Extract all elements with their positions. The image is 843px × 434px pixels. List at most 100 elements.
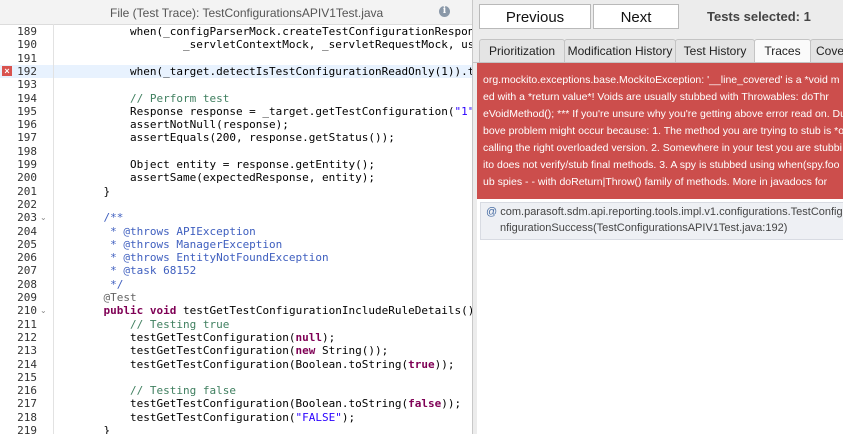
line-number: 210 [17,304,37,318]
code-line[interactable]: 207 * @task 68152 [0,264,472,277]
code-line[interactable]: 215 [0,371,472,384]
code-line[interactable]: 190 _servletContextMock, _servletRequest… [0,38,472,51]
tab-coverage[interactable]: Cove [810,39,843,63]
line-number: 217 [17,397,37,411]
code-line[interactable]: 198 [0,145,472,158]
code-text: * @task 68152 [77,264,197,278]
code-line[interactable]: 212 testGetTestConfiguration(null); [0,331,472,344]
line-number: 213 [17,344,37,358]
code-line[interactable]: 197 assertEquals(200, response.getStatus… [0,131,472,144]
code-line[interactable]: × 192 when(_target.detectIsTestConfigurat… [0,64,472,79]
code-line[interactable]: 206 * @throws EntityNotFoundException [0,251,472,264]
code-line[interactable]: 204 * @throws APIException [0,225,472,238]
gutter-separator [53,24,54,434]
code-text: /** [103,211,124,225]
error-line: ub spies - - with doReturn|Throw() famil… [483,176,828,188]
code-line[interactable]: 199 Object entity = response.getEntity()… [0,158,472,171]
code-text: assertNotNull(response); [77,118,289,132]
code-text: testGetTestConfiguration(Boolean.toStrin… [77,397,462,411]
code-text: testGetTestConfiguration(new String()); [77,344,389,358]
line-number: 219 [17,424,37,434]
code-text: testGetTestConfiguration(null); [77,330,336,344]
code-line[interactable]: 191 [0,52,472,65]
error-message-box: org.mockito.exceptions.base.MockitoExcep… [477,63,843,199]
editor-title-bar: File (Test Trace): TestConfigurationsAPI… [0,0,472,25]
code-text: assertEquals(200, response.getStatus()); [77,131,395,145]
line-number: 192 [17,64,37,78]
line-number: 211 [17,317,37,331]
tab-modification-history[interactable]: Modification History [564,39,676,63]
line-number: 194 [17,91,37,105]
code-text: } [77,424,111,434]
editor-title: File (Test Trace): TestConfigurationsAPI… [110,6,384,20]
fold-chevron-icon[interactable]: ⌄ [40,211,47,224]
code-line[interactable]: 205 * @throws ManagerException [0,238,472,251]
traces-panel: Previous Next Tests selected: 1 Prioriti… [472,0,843,434]
next-button[interactable]: Next [593,4,679,29]
line-number: 201 [17,184,37,198]
trace-line: nfigurationSuccess(TestConfigurationsAPI… [500,222,788,234]
stack-trace-entry[interactable]: @ com.parasoft.sdm.api.reporting.tools.i… [480,202,843,240]
line-number: 208 [17,277,37,291]
trace-line: @ com.parasoft.sdm.api.reporting.tools.i… [486,206,843,218]
code-text: */ [77,277,124,291]
error-line: bove problem might occur because: 1. The… [483,125,843,137]
code-line[interactable]: 217 testGetTestConfiguration(Boolean.toS… [0,397,472,410]
code-line[interactable]: 209 @Test [0,291,472,304]
code-line[interactable]: 201 } [0,185,472,198]
tab-traces[interactable]: Traces [754,39,811,63]
code-line[interactable]: 193 [0,78,472,91]
code-line[interactable]: 211 // Testing true [0,318,472,331]
code-line[interactable]: 202 [0,198,472,211]
code-text: * @throws APIException [77,224,256,238]
code-line[interactable]: 208 */ [0,278,472,291]
code-editor[interactable]: File (Test Trace): TestConfigurationsAPI… [0,0,472,434]
traces-content: org.mockito.exceptions.base.MockitoExcep… [477,63,843,434]
tab-prioritization[interactable]: Prioritization [479,39,565,63]
code-text: when(_configParserMock.createTestConfigu… [77,25,472,38]
line-number: 200 [17,171,37,185]
code-text: * @throws EntityNotFoundException [77,251,329,265]
code-line[interactable]: 210 ⌄ public void testGetTestConfiguratio… [0,304,472,317]
code-text: when(_target.detectIsTestConfigurationRe… [77,64,472,78]
code-line[interactable]: 194 // Perform test [0,92,472,105]
previous-button[interactable]: Previous [479,4,591,29]
error-line: ito does not verify/stub final methods. … [483,159,840,171]
code-line[interactable]: 219 } [0,424,472,434]
line-number: 191 [17,51,37,65]
line-number: 202 [17,197,37,211]
line-number: 199 [17,158,37,171]
line-number: 218 [17,410,37,424]
code-area[interactable]: 189 when(_configParserMock.createTestCon… [0,24,472,434]
line-number: 190 [17,38,37,52]
fold-chevron-icon[interactable]: ⌄ [40,304,47,317]
code-line[interactable]: 195 Response response = _target.getTestC… [0,105,472,118]
tab-test-history[interactable]: Test History [675,39,755,63]
code-line[interactable]: 218 testGetTestConfiguration("FALSE"); [0,411,472,424]
code-line[interactable]: 203 ⌄ /** [0,211,472,224]
line-number: 216 [17,384,37,398]
code-text: assertSame(expectedResponse, entity); [77,171,376,185]
error-line: calling the right overloaded version. 2.… [483,142,842,154]
line-number: 207 [17,264,37,278]
line-number: 195 [17,104,37,118]
tab-bar: Prioritization Modification History Test… [473,39,843,63]
code-line[interactable]: 213 testGetTestConfiguration(new String(… [0,344,472,357]
line-number: 209 [17,291,37,304]
code-text: } [77,184,111,198]
line-number: 206 [17,251,37,265]
code-text: testGetTestConfiguration("FALSE"); [77,410,356,424]
code-line[interactable]: 196 assertNotNull(response); [0,118,472,131]
trace-line-text: com.parasoft.sdm.api.reporting.tools.imp… [500,206,843,218]
line-number: 212 [17,330,37,344]
line-number: 214 [17,357,37,371]
code-text: // Testing false [129,384,236,398]
code-line[interactable]: 216 // Testing false [0,384,472,397]
code-text: * @throws ManagerException [77,237,283,251]
code-line[interactable]: 214 testGetTestConfiguration(Boolean.toS… [0,358,472,371]
code-line[interactable]: 189 when(_configParserMock.createTestCon… [0,25,472,38]
code-text: @Test [103,291,137,304]
line-number: 203 [17,211,37,225]
code-line[interactable]: 200 assertSame(expectedResponse, entity)… [0,171,472,184]
info-icon[interactable]: i [439,6,450,17]
